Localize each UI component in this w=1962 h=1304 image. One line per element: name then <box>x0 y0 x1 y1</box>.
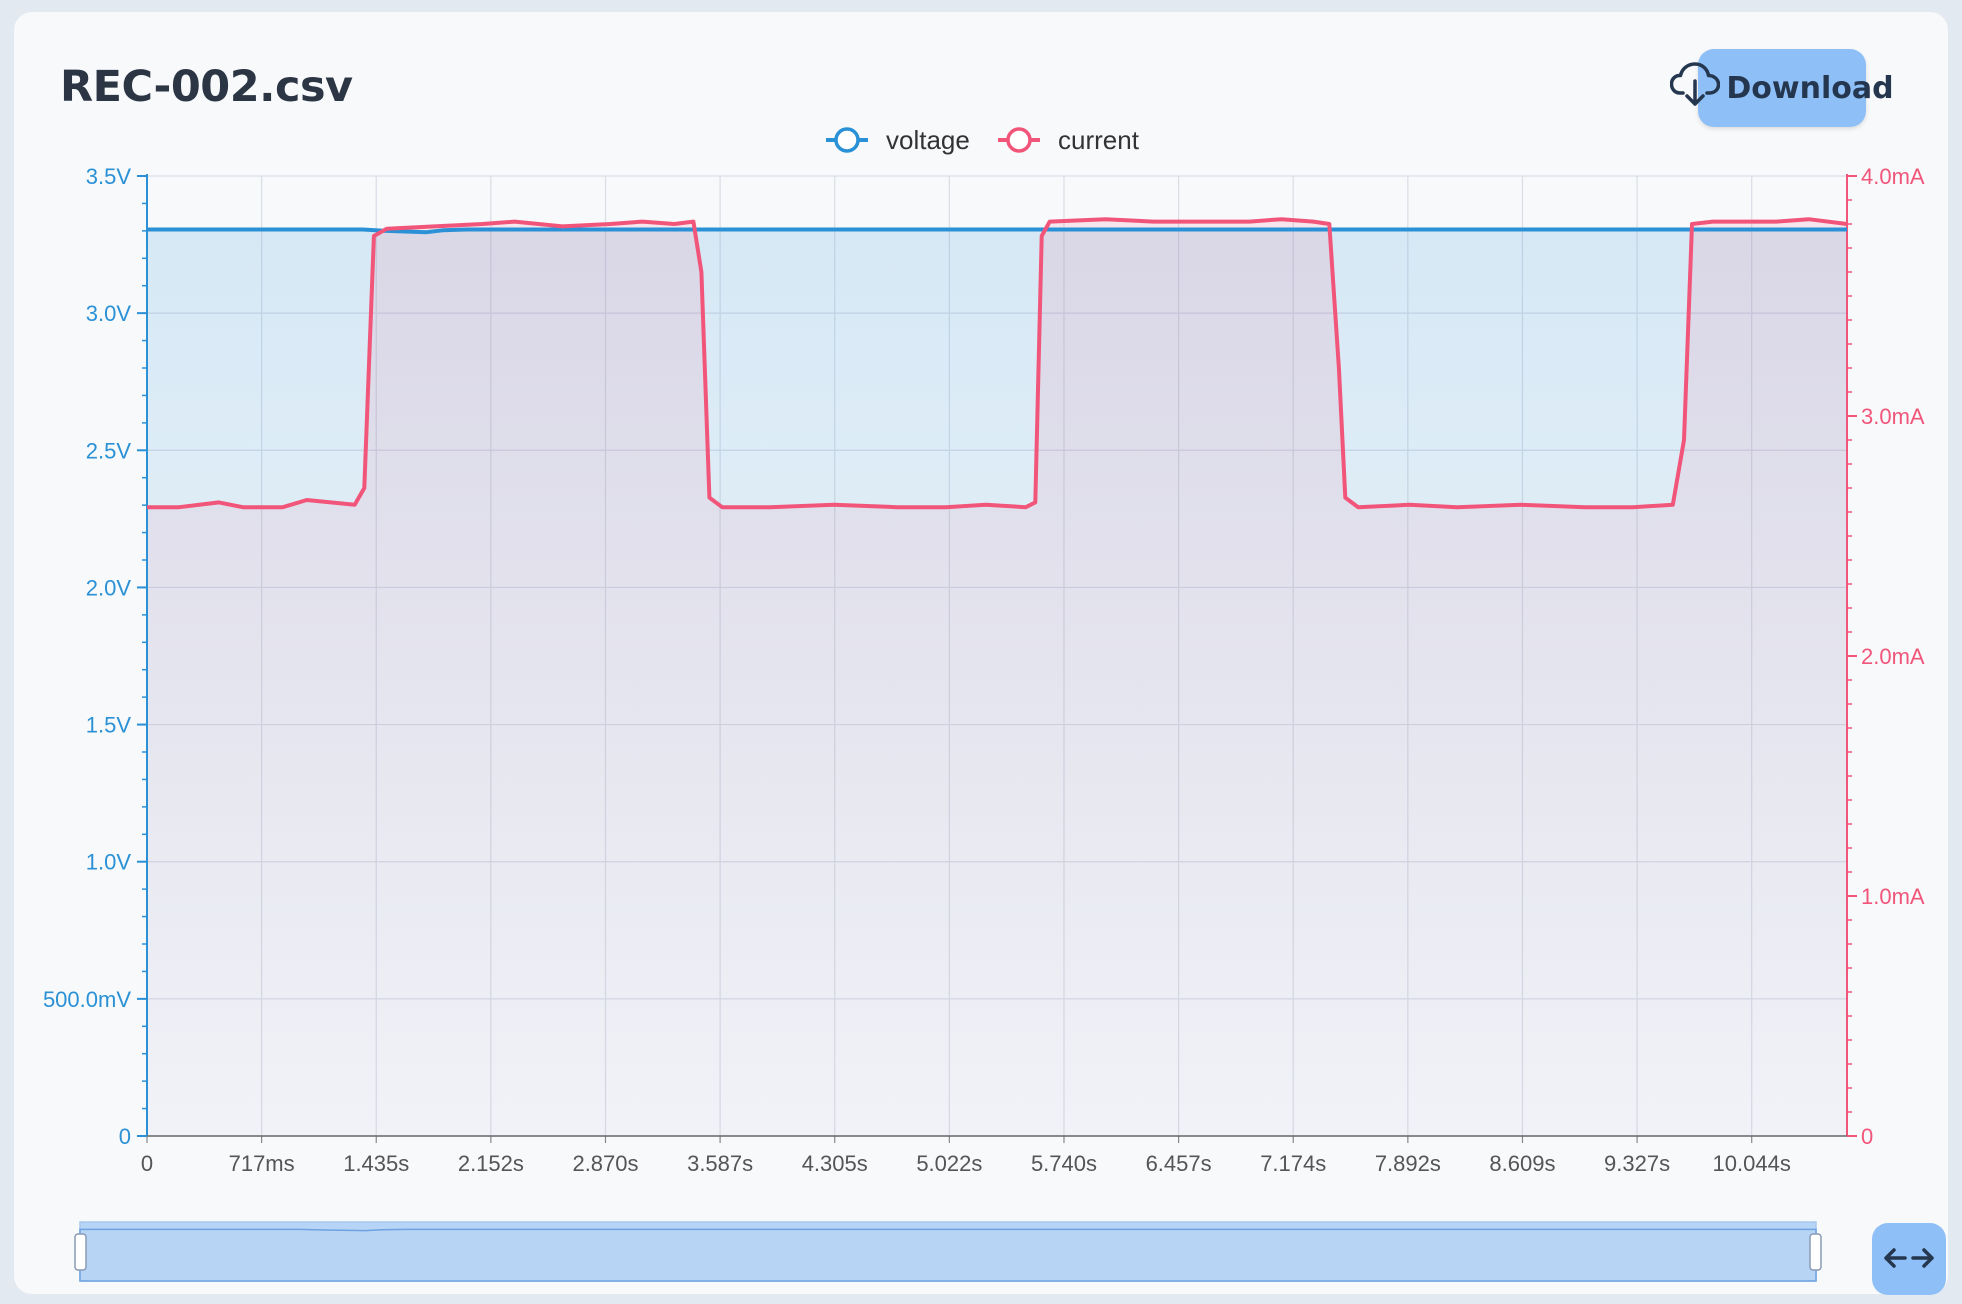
legend-swatch-marker <box>834 127 860 153</box>
x-tick-label: 7.892s <box>1375 1151 1441 1176</box>
legend-swatch-marker <box>1006 127 1032 153</box>
x-tick-label: 10.044s <box>1713 1151 1791 1176</box>
navigator-series <box>79 1228 1817 1282</box>
legend-label: current <box>1058 125 1140 155</box>
x-tick-label: 2.870s <box>572 1151 638 1176</box>
x-tick-label: 6.457s <box>1146 1151 1212 1176</box>
y-right-tick-label: 1.0mA <box>1861 884 1925 909</box>
legend-item-current[interactable]: current <box>998 125 1140 155</box>
x-tick-label: 2.152s <box>458 1151 524 1176</box>
range-navigator[interactable] <box>74 1221 1822 1282</box>
legend-item-voltage[interactable]: voltage <box>826 125 970 155</box>
x-tick-label: 0 <box>141 1151 153 1176</box>
y-left-tick-label: 3.0V <box>86 301 132 326</box>
x-tick-label: 7.174s <box>1260 1151 1326 1176</box>
legend-label: voltage <box>886 125 970 155</box>
y-left-tick-label: 1.5V <box>86 713 132 738</box>
x-tick-label: 5.740s <box>1031 1151 1097 1176</box>
x-tick-label: 717ms <box>229 1151 295 1176</box>
x-tick-label: 9.327s <box>1604 1151 1670 1176</box>
y-left-tick-label: 2.0V <box>86 575 132 600</box>
y-right-tick-label: 2.0mA <box>1861 644 1925 669</box>
x-tick-label: 3.587s <box>687 1151 753 1176</box>
x-tick-label: 8.609s <box>1489 1151 1555 1176</box>
series-areas <box>147 219 1847 1136</box>
y-right-tick-label: 0 <box>1861 1124 1873 1149</box>
y-left-tick-label: 500.0mV <box>43 987 131 1012</box>
x-tick-label: 4.305s <box>802 1151 868 1176</box>
x-tick-label: 1.435s <box>343 1151 409 1176</box>
y-left-tick-label: 3.5V <box>86 164 132 189</box>
dual-axis-line-chart: 0 717ms 1.435s 2.152s 2.870s 3.587s 4.305s 5.02… <box>43 125 1925 1282</box>
navigator-handle-right[interactable] <box>1809 1233 1822 1271</box>
y-left-tick-label: 1.0V <box>86 850 132 875</box>
legend[interactable]: voltage current <box>826 125 1140 155</box>
y-right-tick-label: 3.0mA <box>1861 404 1925 429</box>
y-left-tick-label: 2.5V <box>86 438 132 463</box>
navigator-handle-left[interactable] <box>74 1233 87 1271</box>
y-left-tick-label: 0 <box>119 1124 131 1149</box>
x-tick-label: 5.022s <box>916 1151 982 1176</box>
y-right-tick-label: 4.0mA <box>1861 164 1925 189</box>
